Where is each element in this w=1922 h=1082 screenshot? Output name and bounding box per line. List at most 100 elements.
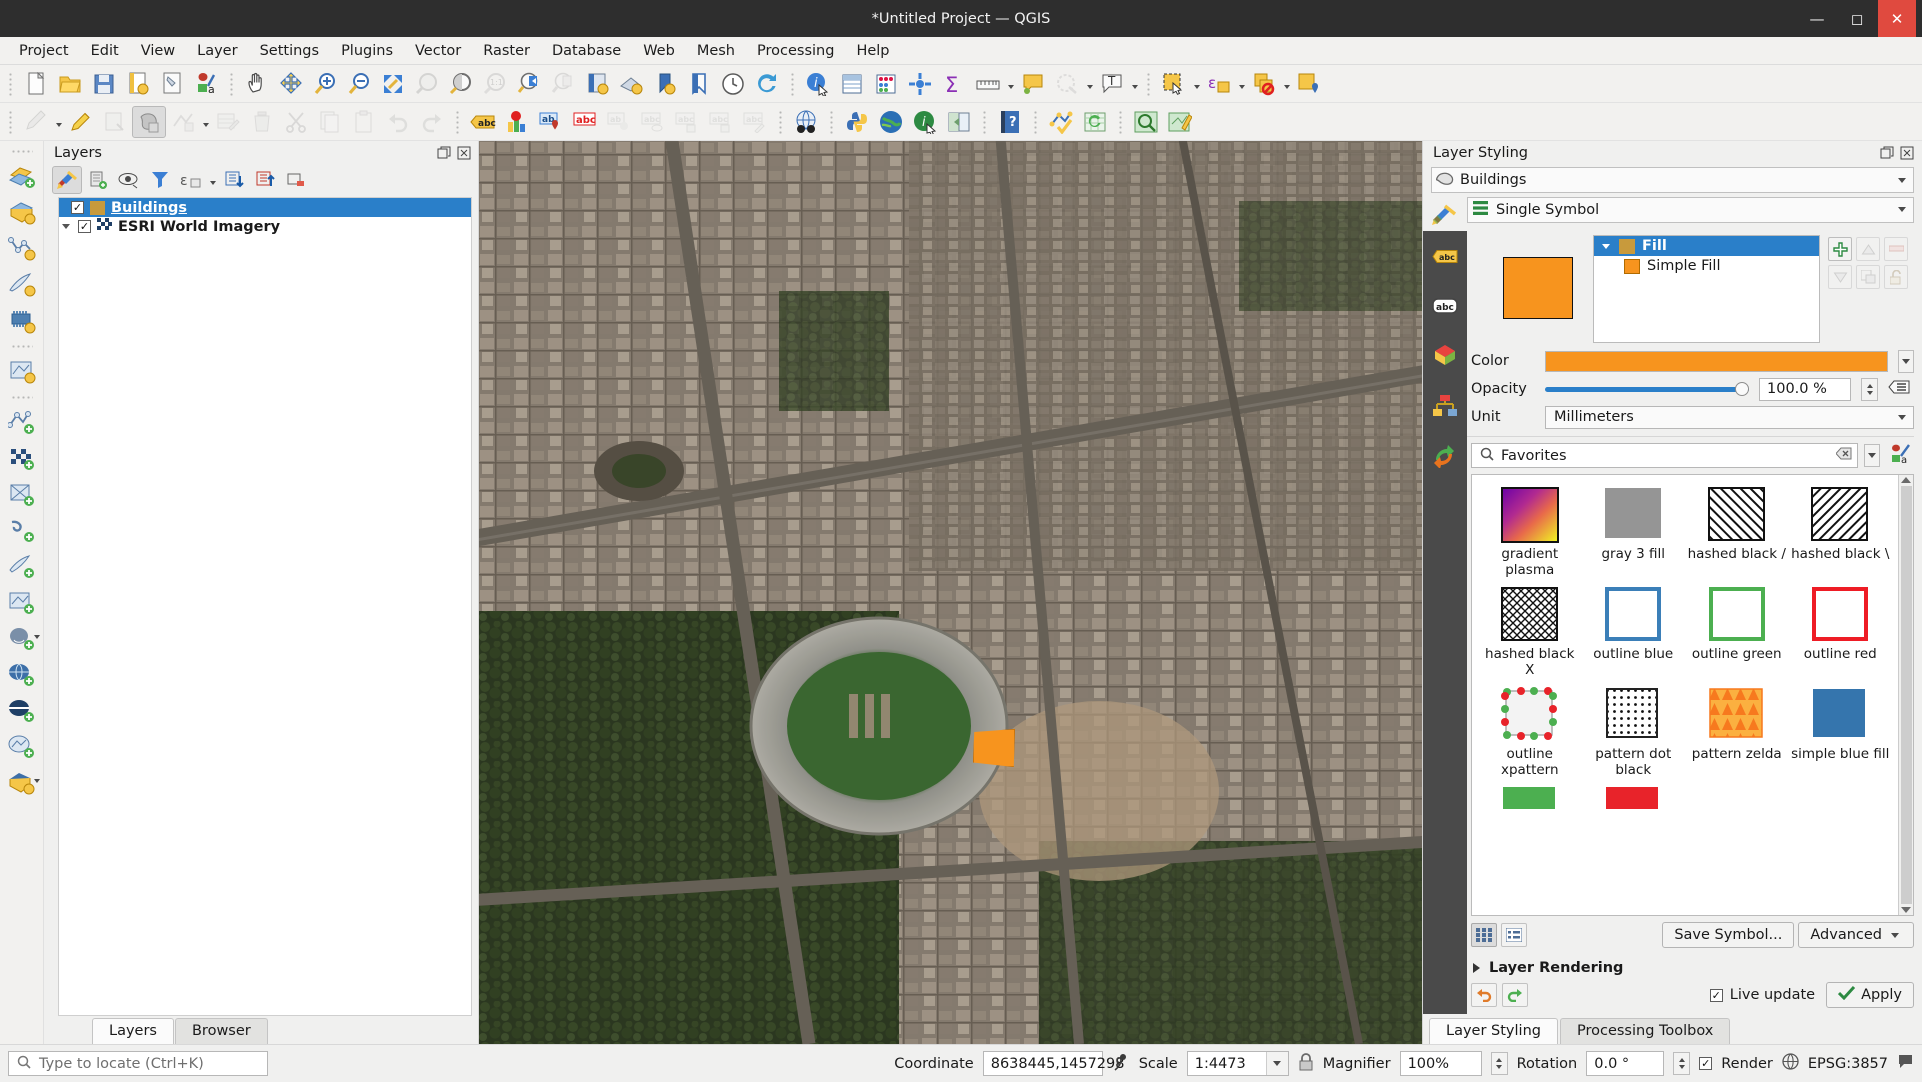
- add-delimited-text-layer-icon[interactable]: [4, 303, 40, 339]
- toolbar-handle[interactable]: [1144, 71, 1153, 97]
- annotation-dropdown-caret[interactable]: [1129, 68, 1140, 100]
- opacity-stepper[interactable]: [1861, 377, 1878, 401]
- scroll-up-icon[interactable]: [1901, 477, 1911, 483]
- expand-arrow-icon[interactable]: [59, 224, 72, 229]
- zoom-in-icon[interactable]: [308, 68, 342, 100]
- open-data-source-manager-icon[interactable]: [4, 159, 40, 195]
- map-tips-icon[interactable]: [1016, 68, 1050, 100]
- symbol-gradient-plasma[interactable]: gradient plasma: [1478, 483, 1582, 583]
- masks-tab-icon[interactable]: abc: [1427, 288, 1463, 324]
- toolbar-handle[interactable]: [776, 109, 785, 135]
- 3d-view-tab-icon[interactable]: [1427, 338, 1463, 374]
- plugin-info-icon[interactable]: i: [908, 106, 942, 138]
- vertex-tool-caret[interactable]: [200, 106, 211, 138]
- quick-map-services-icon[interactable]: [942, 106, 976, 138]
- add-raster-layer-icon[interactable]: [4, 231, 40, 267]
- toolbar-handle[interactable]: [227, 71, 236, 97]
- toolbar-handle[interactable]: [10, 342, 33, 351]
- redo-edit-icon[interactable]: [415, 106, 449, 138]
- messages-icon[interactable]: [1897, 1053, 1914, 1074]
- chevron-down-icon[interactable]: [1895, 415, 1909, 420]
- tab-layer-styling[interactable]: Layer Styling: [1429, 1018, 1558, 1044]
- lock-button[interactable]: [1884, 265, 1908, 289]
- temporal-controller-icon[interactable]: [716, 68, 750, 100]
- layer-visibility-checkbox[interactable]: ✓: [71, 201, 84, 214]
- labels-tab-icon[interactable]: abc: [1427, 238, 1463, 274]
- data-defined-override-icon[interactable]: [1888, 378, 1914, 401]
- new-geopackage-layer-icon[interactable]: [4, 441, 40, 477]
- symbol-hashed-black-x[interactable]: hashed black X: [1478, 583, 1582, 683]
- rotate-labels-icon[interactable]: abc: [670, 106, 704, 138]
- toolbar-handle[interactable]: [788, 71, 797, 97]
- symbol-pattern-zelda[interactable]: pattern zelda: [1685, 683, 1789, 783]
- refresh-layer-icon[interactable]: [1078, 106, 1112, 138]
- new-mesh-layer-icon[interactable]: [4, 549, 40, 585]
- text-annotation-icon[interactable]: T: [1095, 68, 1129, 100]
- change-label-icon[interactable]: abc: [704, 106, 738, 138]
- cut-features-icon[interactable]: [279, 106, 313, 138]
- layer-selector-combo[interactable]: Buildings: [1431, 167, 1914, 193]
- metasearch-icon[interactable]: [789, 106, 823, 138]
- toolbar-handle[interactable]: [6, 71, 15, 97]
- symbol-gallery[interactable]: gradient plasma gray 3 fill hashed black…: [1471, 474, 1914, 916]
- expand-arrow-icon[interactable]: [1600, 244, 1612, 249]
- measure-line-icon[interactable]: [971, 68, 1005, 100]
- advanced-button[interactable]: Advanced: [1798, 922, 1914, 948]
- paste-features-icon[interactable]: [347, 106, 381, 138]
- show-hide-labels-icon[interactable]: ab: [602, 106, 636, 138]
- save-project-icon[interactable]: [87, 68, 121, 100]
- menu-view[interactable]: View: [130, 40, 186, 62]
- chevron-down-icon[interactable]: [1265, 1052, 1288, 1075]
- pan-map-icon[interactable]: [240, 68, 274, 100]
- crs-label[interactable]: EPSG:3857: [1808, 1056, 1888, 1072]
- toggle-extents-icon[interactable]: [1112, 1052, 1130, 1076]
- menu-plugins[interactable]: Plugins: [330, 40, 404, 62]
- layer-diagrams-icon[interactable]: [500, 106, 534, 138]
- list-view-icon[interactable]: [1501, 923, 1527, 947]
- collapse-all-icon[interactable]: [250, 166, 280, 194]
- expand-arrow-icon[interactable]: [1473, 963, 1480, 973]
- menu-layer[interactable]: Layer: [186, 40, 248, 62]
- menu-edit[interactable]: Edit: [80, 40, 130, 62]
- filter-legend-expression-icon[interactable]: ε: [176, 166, 206, 194]
- measure-dropdown-caret[interactable]: [1005, 68, 1016, 100]
- history-tab-icon[interactable]: [1427, 438, 1463, 474]
- symbol-red-fill[interactable]: [1582, 783, 1686, 817]
- live-update-checkbox[interactable]: ✓: [1709, 988, 1723, 1002]
- float-panel-icon[interactable]: [436, 145, 452, 161]
- symbol-tree-row-fill[interactable]: Fill: [1594, 236, 1819, 256]
- new-project-icon[interactable]: [19, 68, 53, 100]
- magnifier-stepper[interactable]: [1490, 1052, 1508, 1075]
- symbol-outline-green[interactable]: outline green: [1685, 583, 1789, 683]
- symbol-hashed-black-back[interactable]: hashed black \: [1789, 483, 1893, 583]
- live-update-toggle[interactable]: ✓ Live update: [1709, 987, 1815, 1003]
- map-styling-icon[interactable]: [1163, 106, 1197, 138]
- layer-tree[interactable]: ✓ Buildings ✓ ESRI World Imagery: [58, 197, 472, 1016]
- search-layers-icon[interactable]: [1129, 106, 1163, 138]
- sum-expression-icon[interactable]: Σ: [937, 68, 971, 100]
- gallery-scrollbar[interactable]: [1898, 475, 1913, 915]
- pan-to-selection-icon[interactable]: [274, 68, 308, 100]
- menu-raster[interactable]: Raster: [472, 40, 541, 62]
- manage-layer-visibility-icon[interactable]: [114, 166, 144, 194]
- toggle-editing-icon[interactable]: [64, 106, 98, 138]
- close-panel-icon[interactable]: [456, 145, 472, 161]
- clear-search-icon[interactable]: [1835, 447, 1852, 464]
- tab-browser[interactable]: Browser: [174, 1018, 268, 1044]
- toolbar-handle[interactable]: [1031, 109, 1040, 135]
- chevron-down-icon[interactable]: [33, 779, 40, 783]
- menu-mesh[interactable]: Mesh: [686, 40, 746, 62]
- toolbar-handle[interactable]: [453, 109, 462, 135]
- move-labels-icon[interactable]: abc: [636, 106, 670, 138]
- scroll-down-icon[interactable]: [1901, 907, 1911, 913]
- layer-labeling-icon[interactable]: abc: [466, 106, 500, 138]
- menu-processing[interactable]: Processing: [746, 40, 845, 62]
- unit-combo[interactable]: Millimeters: [1545, 405, 1914, 429]
- symbol-green-fill[interactable]: [1478, 783, 1582, 817]
- menu-vector[interactable]: Vector: [404, 40, 472, 62]
- diagrams-tab-icon[interactable]: [1427, 388, 1463, 424]
- magnifier-input[interactable]: 100%: [1399, 1051, 1482, 1076]
- plugin-manager-icon[interactable]: [874, 106, 908, 138]
- remove-layer-icon[interactable]: [281, 166, 311, 194]
- add-wms-layer-icon[interactable]: [4, 657, 40, 693]
